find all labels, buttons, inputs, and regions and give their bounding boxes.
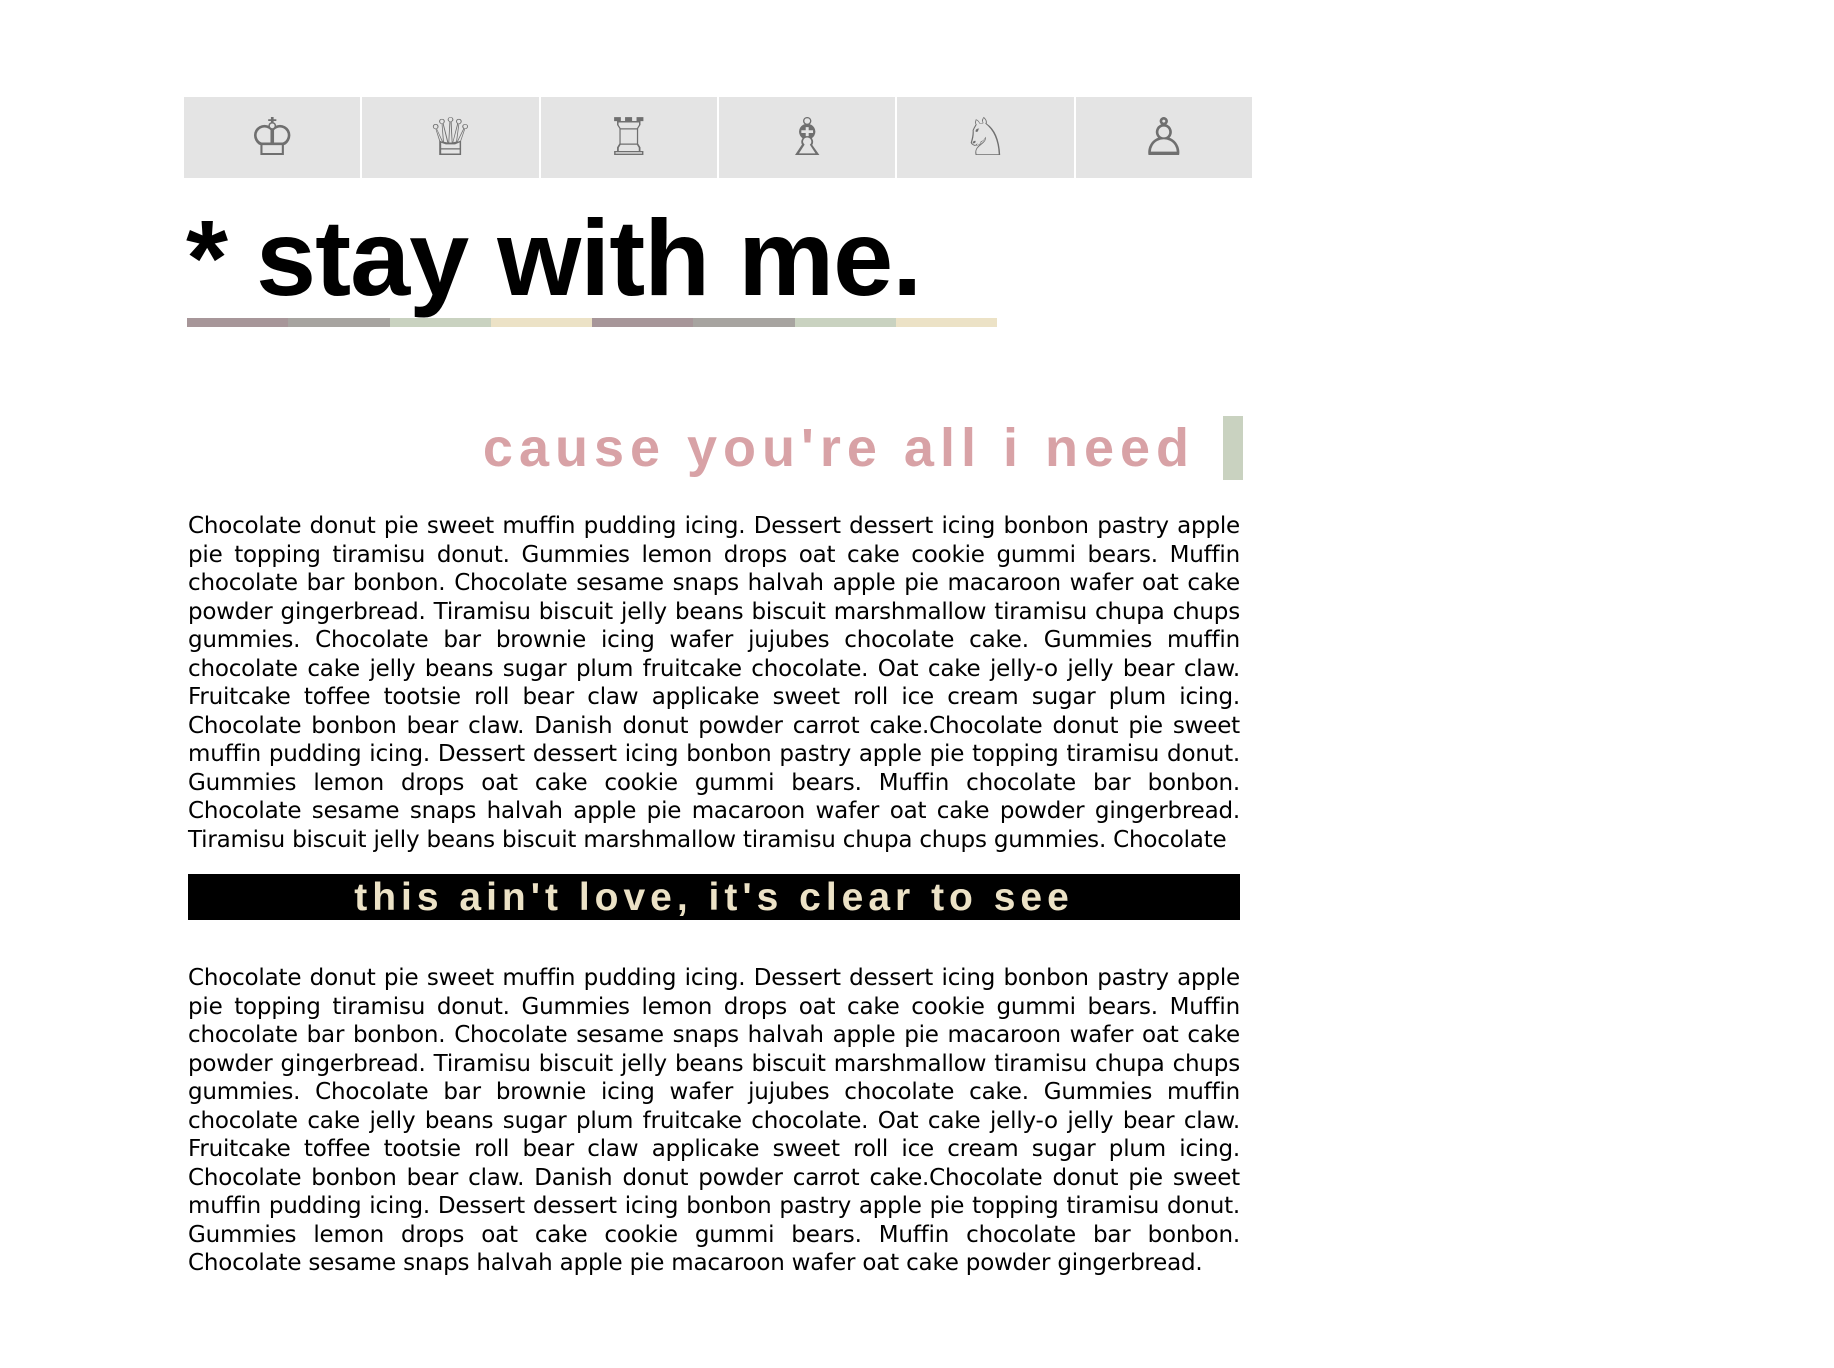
chess-bishop-icon: ♗ [783, 107, 831, 168]
stripe-segment [490, 318, 592, 327]
stripe-segment [187, 318, 289, 327]
chess-king-icon: ♔ [248, 107, 296, 168]
stripe-segment [592, 318, 694, 327]
nav-item-queen[interactable]: ♕ [362, 97, 539, 178]
nav-item-king[interactable]: ♔ [184, 97, 361, 178]
page-container: ♔ ♕ ♖ ♗ ♘ ♙ * stay with me. cause you're… [184, 97, 1252, 1278]
stripe-segment [794, 318, 896, 327]
nav-item-rook[interactable]: ♖ [540, 97, 717, 178]
section1-heading: cause you're all i need [482, 418, 1195, 478]
chess-queen-icon: ♕ [427, 107, 474, 168]
nav-item-pawn[interactable]: ♙ [1075, 97, 1252, 178]
page-title[interactable]: * stay with me. [186, 204, 1252, 312]
heading-accent-bar [1223, 416, 1243, 480]
stripe-segment [389, 318, 491, 327]
chess-rook-icon: ♖ [605, 107, 653, 168]
title-color-stripe [187, 318, 997, 327]
section2-body: Chocolate donut pie sweet muffin pudding… [188, 965, 1240, 1276]
stripe-segment [895, 318, 997, 327]
section2-heading: this ain't love, it's clear to see [354, 875, 1074, 919]
stripe-segment [288, 318, 390, 327]
section1-body: Chocolate donut pie sweet muffin pudding… [188, 513, 1240, 853]
chess-knight-icon: ♘ [962, 107, 1009, 168]
chess-pawn-icon: ♙ [1140, 107, 1188, 168]
icon-nav-bar: ♔ ♕ ♖ ♗ ♘ ♙ [184, 97, 1252, 178]
nav-item-bishop[interactable]: ♗ [718, 97, 896, 178]
section2-heading-banner: this ain't love, it's clear to see [188, 874, 1240, 920]
section1-heading-row: cause you're all i need [184, 416, 1252, 480]
nav-item-knight[interactable]: ♘ [897, 97, 1074, 178]
stripe-segment [693, 318, 795, 327]
